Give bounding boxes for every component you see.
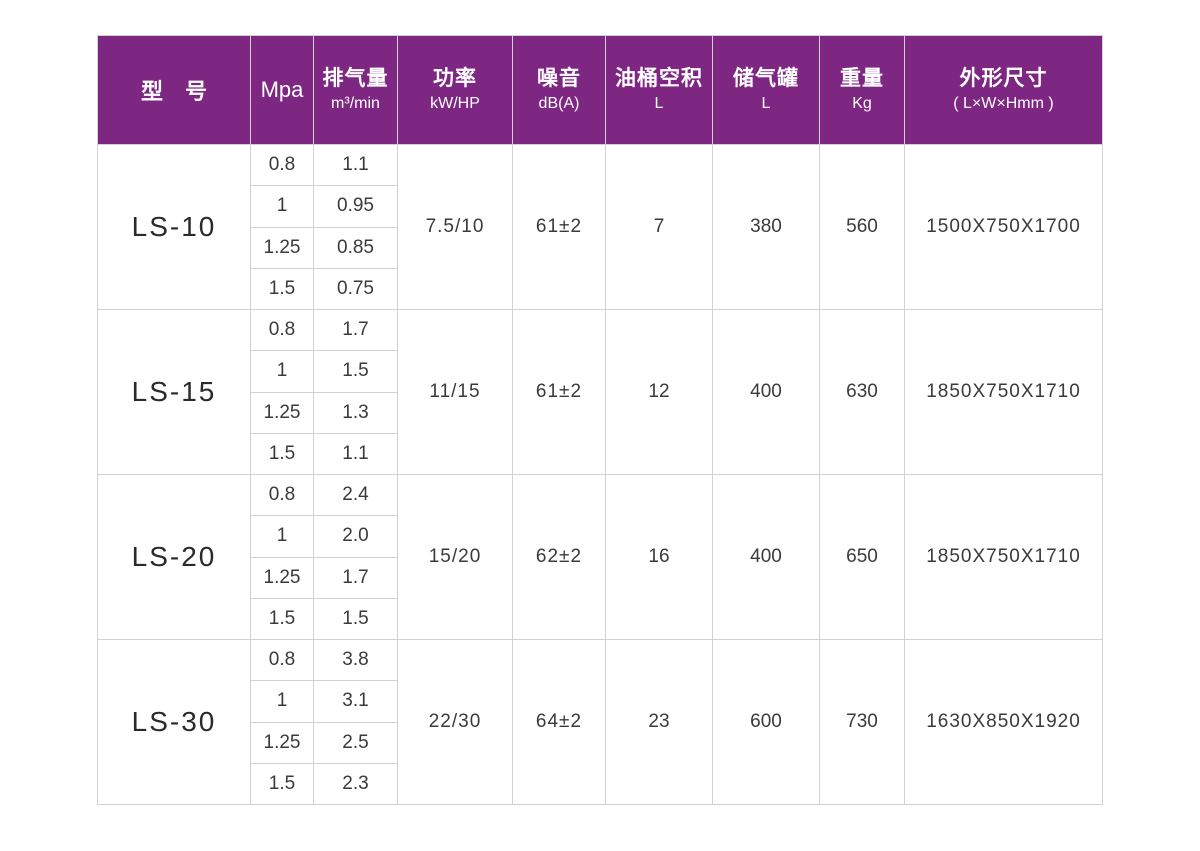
spec-body: LS-10 0.8 1.1 7.5/10 61±2 7 380 560 1500X750X170… — [97, 143, 1103, 806]
flow-cell: 1.1 — [313, 432, 398, 476]
header-weight-label: 重量 — [840, 66, 884, 90]
flow-cell: 3.8 — [313, 638, 398, 682]
pressure-cell: 1 — [250, 515, 314, 558]
flow-cell: 2.3 — [313, 762, 398, 806]
header-power-label: 功率 — [433, 66, 477, 90]
tank-cell: 400 — [712, 309, 820, 475]
power-cell: 22/30 — [397, 639, 513, 805]
pressure-cell: 1.5 — [250, 597, 314, 641]
model-cell: LS-20 — [97, 474, 251, 640]
oil-cell: 23 — [605, 639, 713, 805]
header-tank-label: 储气罐 — [733, 66, 799, 90]
header-noise: 噪音 dB(A) — [512, 35, 606, 145]
noise-cell: 64±2 — [512, 639, 606, 805]
header-power: 功率 kW/HP — [397, 35, 513, 145]
pressure-cell: 1.25 — [250, 226, 314, 269]
tank-cell: 600 — [712, 639, 820, 805]
oil-cell: 16 — [605, 474, 713, 640]
weight-cell: 560 — [819, 144, 905, 310]
flow-cell: 0.75 — [313, 267, 398, 311]
pressure-cell: 1 — [250, 185, 314, 228]
pressure-cell: 1.5 — [250, 432, 314, 476]
header-flow-unit: m³/min — [331, 95, 380, 112]
flow-cell: 3.1 — [313, 680, 398, 723]
flow-cell: 2.5 — [313, 721, 398, 764]
dims-cell: 1630X850X1920 — [904, 639, 1103, 805]
power-cell: 15/20 — [397, 474, 513, 640]
header-tank-unit: L — [761, 95, 771, 112]
header-dims: 外形尺寸 ( L×W×Hmm ) — [904, 35, 1103, 145]
dims-cell: 1850X750X1710 — [904, 309, 1103, 475]
header-oil-label: 油桶空积 — [615, 66, 703, 90]
model-cell: LS-15 — [97, 309, 251, 475]
pressure-cell: 1.5 — [250, 267, 314, 311]
dims-cell: 1500X750X1700 — [904, 144, 1103, 310]
pressure-cell: 0.8 — [250, 473, 314, 517]
flow-cell: 1.5 — [313, 597, 398, 641]
pressure-cell: 1.25 — [250, 556, 314, 599]
power-cell: 11/15 — [397, 309, 513, 475]
header-model: 型 号 — [97, 35, 251, 145]
header-pressure-label: Mpa — [260, 77, 304, 102]
table-row: LS-15 0.8 1.7 11/15 61±2 12 400 630 1850X750X171… — [97, 308, 1103, 475]
header-noise-unit: dB(A) — [538, 95, 580, 112]
header-noise-label: 噪音 — [537, 66, 581, 90]
flow-cell: 0.85 — [313, 226, 398, 269]
flow-cell: 1.7 — [313, 308, 398, 352]
weight-cell: 730 — [819, 639, 905, 805]
header-pressure: Mpa — [250, 35, 314, 145]
pressure-cell: 0.8 — [250, 143, 314, 187]
pressure-cell: 1 — [250, 680, 314, 723]
model-cell: LS-10 — [97, 144, 251, 310]
oil-cell: 12 — [605, 309, 713, 475]
flow-cell: 1.5 — [313, 350, 398, 393]
header-weight: 重量 Kg — [819, 35, 905, 145]
model-cell: LS-30 — [97, 639, 251, 805]
oil-cell: 7 — [605, 144, 713, 310]
header-oil: 油桶空积 L — [605, 35, 713, 145]
dims-cell: 1850X750X1710 — [904, 474, 1103, 640]
tank-cell: 400 — [712, 474, 820, 640]
noise-cell: 61±2 — [512, 309, 606, 475]
pressure-cell: 0.8 — [250, 308, 314, 352]
flow-cell: 2.0 — [313, 515, 398, 558]
power-cell: 7.5/10 — [397, 144, 513, 310]
header-weight-unit: Kg — [852, 95, 872, 112]
header-row: 型 号 Mpa 排气量 m³/min 功率 kW/HP 噪音 dB(A) 油桶空积 L … — [97, 35, 1103, 145]
pressure-cell: 1.5 — [250, 762, 314, 806]
header-oil-unit: L — [654, 95, 664, 112]
header-model-label: 型 号 — [140, 80, 207, 105]
table-row: LS-30 0.8 3.8 22/30 64±2 23 600 730 1630X850X192… — [97, 638, 1103, 805]
pressure-cell: 1 — [250, 350, 314, 393]
header-flow-label: 排气量 — [322, 66, 389, 90]
tank-cell: 380 — [712, 144, 820, 310]
header-dims-label: 外形尺寸 — [959, 66, 1048, 90]
weight-cell: 650 — [819, 474, 905, 640]
flow-cell: 2.4 — [313, 473, 398, 517]
table-row: LS-10 0.8 1.1 7.5/10 61±2 7 380 560 1500X750X170… — [97, 143, 1103, 310]
flow-cell: 0.95 — [313, 185, 398, 228]
pressure-cell: 0.8 — [250, 638, 314, 682]
flow-cell: 1.1 — [313, 143, 398, 187]
weight-cell: 630 — [819, 309, 905, 475]
noise-cell: 62±2 — [512, 474, 606, 640]
pressure-cell: 1.25 — [250, 391, 314, 434]
table-row: LS-20 0.8 2.4 15/20 62±2 16 400 650 1850X750X171… — [97, 473, 1103, 640]
flow-cell: 1.7 — [313, 556, 398, 599]
header-flow: 排气量 m³/min — [313, 35, 398, 145]
header-tank: 储气罐 L — [712, 35, 820, 145]
header-power-unit: kW/HP — [430, 95, 480, 112]
noise-cell: 61±2 — [512, 144, 606, 310]
header-dims-unit: ( L×W×Hmm ) — [953, 95, 1054, 112]
spec-table: 型 号 Mpa 排气量 m³/min 功率 kW/HP 噪音 dB(A) 油桶空积 L … — [97, 35, 1103, 806]
pressure-cell: 1.25 — [250, 721, 314, 764]
flow-cell: 1.3 — [313, 391, 398, 434]
